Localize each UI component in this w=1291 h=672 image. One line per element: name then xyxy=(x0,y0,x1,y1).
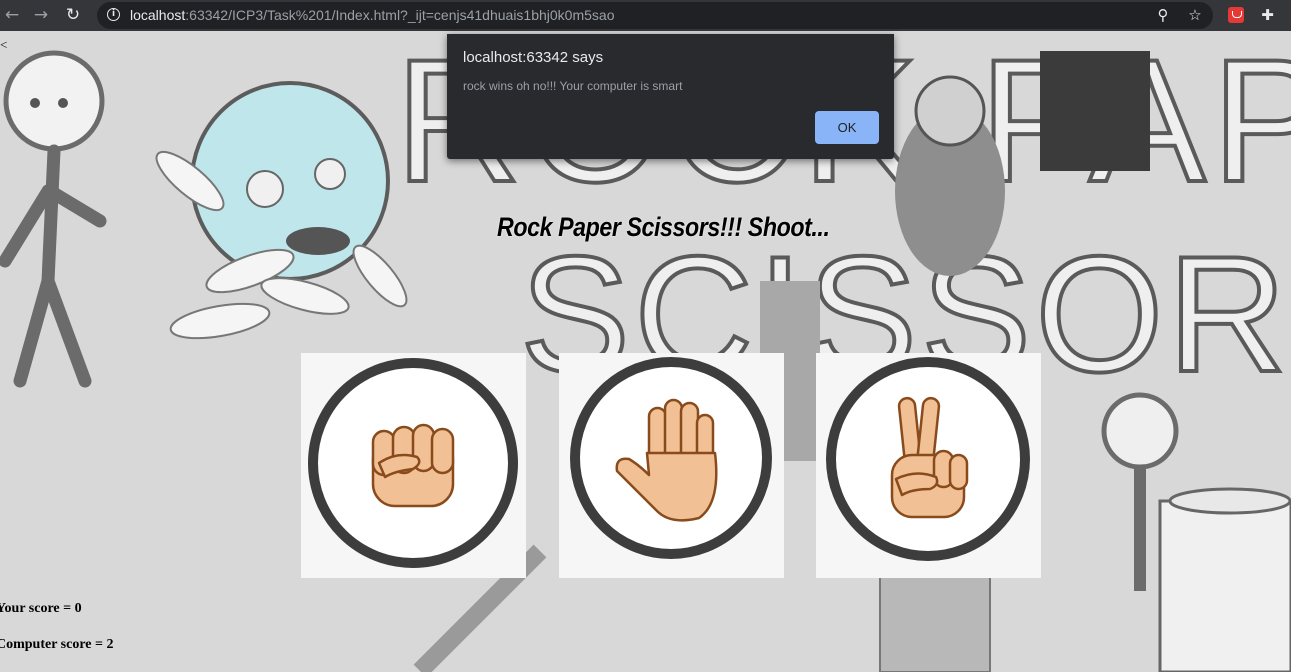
globe-dark-shape xyxy=(286,227,350,255)
rock-button[interactable] xyxy=(301,353,526,578)
fist-finger-4 xyxy=(430,427,455,475)
dark-panel xyxy=(1040,51,1150,171)
url-text[interactable]: localhost:63342/ICP3/Task%201/Index.html… xyxy=(130,2,615,29)
stick-figure-right-head xyxy=(1101,392,1179,470)
url-path: :63342/ICP3/Task%201/Index.html?_ijt=cen… xyxy=(185,7,615,23)
dialog-title: localhost:63342 says xyxy=(463,49,604,66)
paper-button[interactable] xyxy=(559,353,784,578)
stick-figure-body xyxy=(41,144,61,288)
browser-toolbar: ← → ↻ i localhost:63342/ICP3/Task%201/In… xyxy=(0,0,1291,31)
paper-icon xyxy=(570,357,772,559)
bearded-figure-head xyxy=(914,75,986,147)
table-top xyxy=(1168,487,1291,515)
address-bar[interactable]: i localhost:63342/ICP3/Task%201/Index.ht… xyxy=(97,2,1213,29)
extensions-puzzle-icon[interactable]: ✚ xyxy=(1258,6,1277,25)
computer-score: Computer score = 2 xyxy=(0,637,114,652)
table-cloth xyxy=(1158,499,1291,672)
bookmark-star-icon[interactable]: ☆ xyxy=(1186,6,1204,24)
stick-figure-head xyxy=(3,50,105,152)
reload-icon[interactable]: ↻ xyxy=(63,5,83,25)
globe-figure-head-2 xyxy=(314,158,346,190)
background-box xyxy=(879,570,991,672)
stray-text: < xyxy=(0,37,8,52)
globe-figure-head-1 xyxy=(246,170,284,208)
extension-icon[interactable] xyxy=(1228,7,1244,23)
back-arrow-icon[interactable]: ← xyxy=(2,5,22,25)
stick-figure-eye-right xyxy=(58,98,68,108)
peace-curled-finger-2 xyxy=(948,453,969,491)
info-icon[interactable]: i xyxy=(107,8,120,21)
scissors-icon xyxy=(826,357,1030,561)
your-score: Your score = 0 xyxy=(0,601,82,616)
stick-figure-eye-left xyxy=(30,98,40,108)
ok-button[interactable]: OK xyxy=(815,111,879,144)
alert-dialog: localhost:63342 says rock wins oh no!!! … xyxy=(447,34,894,159)
fist xyxy=(371,423,455,508)
zoom-icon[interactable]: ⚲ xyxy=(1154,6,1172,24)
forward-arrow-icon[interactable]: → xyxy=(31,5,51,25)
url-host: localhost xyxy=(130,7,186,23)
page-title: Rock Paper Scissors!!! Shoot... xyxy=(497,212,830,242)
dialog-message: rock wins oh no!!! Your computer is smar… xyxy=(463,79,683,93)
scissors-button[interactable] xyxy=(816,353,1041,578)
rock-icon xyxy=(308,358,518,568)
